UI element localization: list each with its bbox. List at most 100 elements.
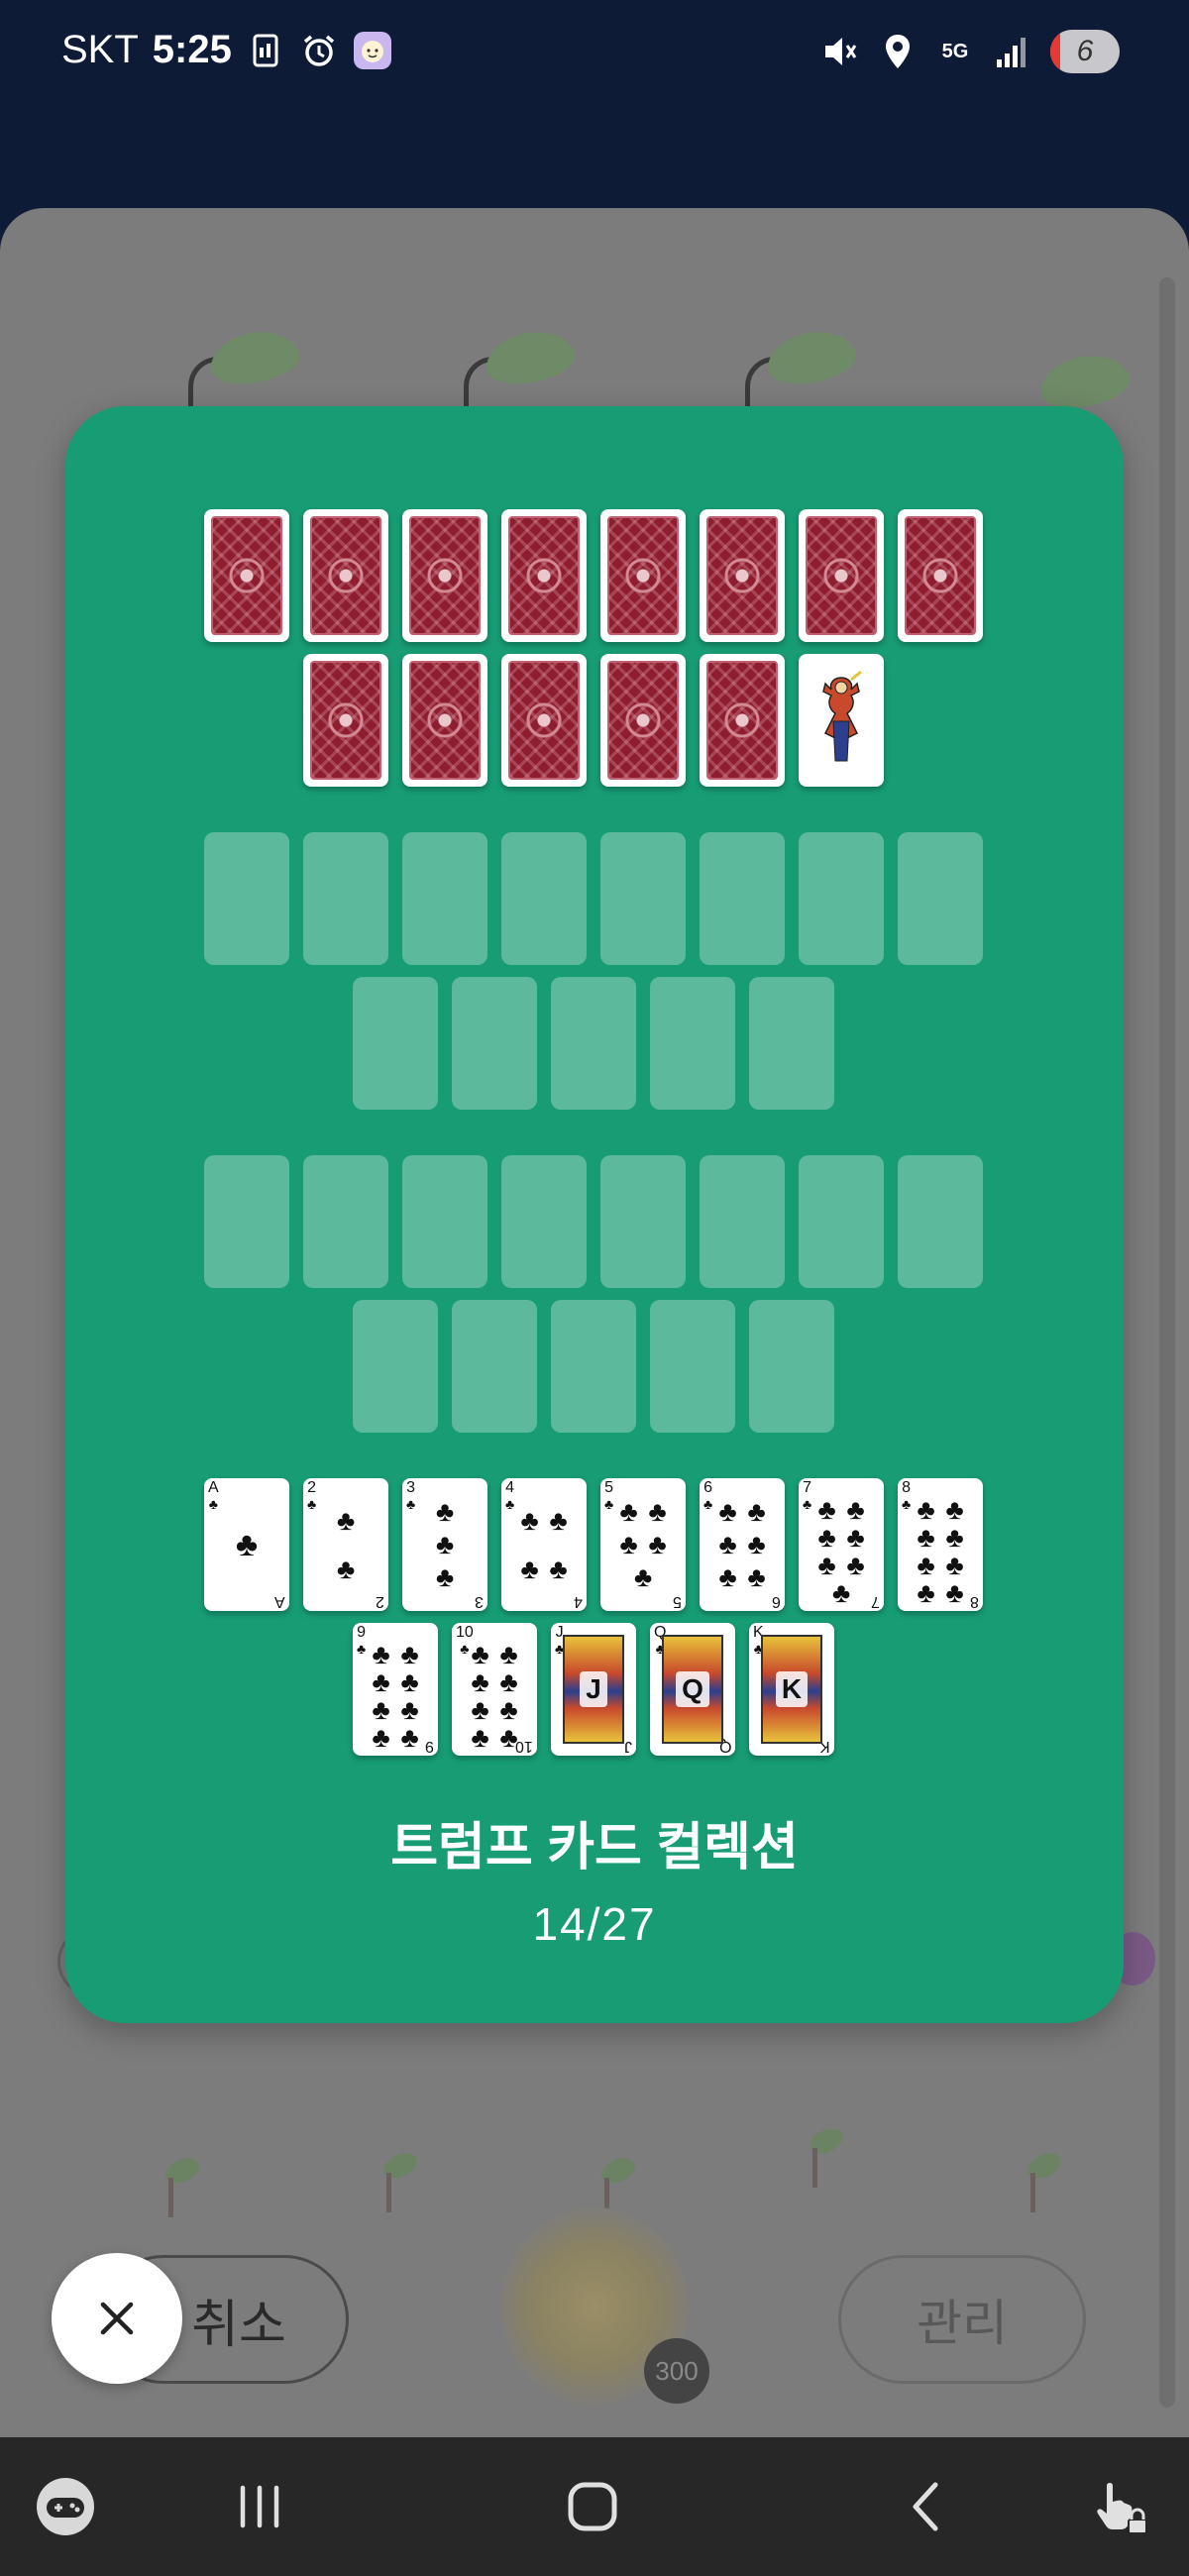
card-pips: ♣ ♣ — [336, 1504, 356, 1584]
card-back — [700, 509, 785, 642]
card-pips: ♣ ♣ ♣ ♣ ♣ ♣ ♣ ♣ — [917, 1494, 964, 1608]
empty-card-slot — [353, 977, 438, 1110]
empty-card-slot — [600, 832, 686, 965]
card-back — [898, 509, 983, 642]
close-button[interactable] — [52, 2253, 182, 2384]
card-rank-inverted: 8 — [970, 1593, 979, 1610]
back-button[interactable] — [886, 2467, 965, 2546]
joker-icon — [809, 662, 874, 779]
card-pips: ♣ ♣ ♣ ♣ ♣ ♣ — [718, 1496, 766, 1592]
clubs-card-5: 5 ♣ 5 ♣ ♣ ♣ ♣ ♣ — [600, 1478, 686, 1611]
empty-card-slot — [898, 832, 983, 965]
card-pips: ♣ ♣ ♣ — [435, 1496, 455, 1592]
empty-card-slot — [551, 977, 636, 1110]
touch-lock-icon — [1097, 2483, 1147, 2534]
card-rank: 9 ♣ — [357, 1624, 367, 1658]
card-back-pattern — [409, 516, 481, 635]
small-plant-icon — [159, 2153, 203, 2219]
background-scrollbar — [1159, 277, 1175, 2408]
recent-apps-button[interactable] — [220, 2467, 299, 2546]
card-rank-inverted: 7 — [871, 1593, 880, 1610]
card-back — [303, 654, 388, 787]
small-plant-icon — [1021, 2148, 1065, 2214]
empty-card-slot — [402, 1155, 487, 1288]
card-rank-inverted: 4 — [574, 1593, 583, 1610]
home-button[interactable] — [553, 2467, 632, 2546]
card-pips: ♣ — [235, 1526, 259, 1563]
modal-title: 트럼프 카드 컬렉션 — [390, 1819, 799, 1877]
clubs-card-k: K ♣ K K — [749, 1623, 834, 1756]
card-back-pattern — [905, 516, 976, 635]
card-back-pattern — [806, 516, 877, 635]
clubs-card-3: 3 ♣ 3 ♣ ♣ ♣ — [402, 1478, 487, 1611]
empty-card-slot — [551, 1300, 636, 1433]
card-back-pattern — [607, 516, 679, 635]
clubs-card-j: J ♣ J J — [551, 1623, 636, 1756]
card-back — [402, 509, 487, 642]
carrier-label: SKT — [61, 28, 139, 71]
card-back — [402, 654, 487, 787]
card-rank: 5 ♣ — [604, 1479, 614, 1513]
game-controller-icon — [37, 2478, 94, 2535]
clubs-card-q: Q ♣ Q Q — [650, 1623, 735, 1756]
touch-lock-button[interactable] — [1080, 2467, 1159, 2546]
navigation-bar — [0, 2437, 1189, 2576]
empty-card-slot — [501, 832, 587, 965]
empty-card-slot — [650, 1300, 735, 1433]
empty-card-slot — [204, 832, 289, 965]
card-back-pattern — [508, 516, 580, 635]
card-back — [501, 509, 587, 642]
card-rank: 6 ♣ — [703, 1479, 713, 1513]
empty-card-slot — [799, 832, 884, 965]
card-rank-inverted: 6 — [772, 1593, 781, 1610]
card-back — [501, 654, 587, 787]
card-rank: 4 ♣ — [505, 1479, 515, 1513]
clubs-card-4: 4 ♣ 4 ♣ ♣ ♣ ♣ — [501, 1478, 587, 1611]
card-pips: ♣♣♣♣♣♣♣♣♣ — [372, 1639, 419, 1757]
empty-card-slot — [452, 1300, 537, 1433]
card-rank-inverted: 9 — [425, 1738, 434, 1755]
battery-level: 6 — [1076, 35, 1094, 67]
empty-card-slot — [452, 977, 537, 1110]
manage-button[interactable]: 관리 — [838, 2255, 1086, 2384]
battery-icon: 6 — [1050, 30, 1120, 73]
card-pips: ♣ ♣ ♣ ♣ ♣ ♣ ♣ — [817, 1494, 865, 1608]
clubs-card-a: A ♣ A ♣ — [204, 1478, 289, 1611]
card-pips: ♣♣♣♣♣♣♣♣♣♣ — [471, 1639, 518, 1757]
card-rank: 7 ♣ — [803, 1479, 812, 1513]
empty-card-slot — [749, 1300, 834, 1433]
clubs-card-2: 2 ♣ 2 ♣ ♣ — [303, 1478, 388, 1611]
points-badge: 300 — [644, 2338, 709, 2404]
court-figure: J — [563, 1635, 624, 1744]
empty-card-slot — [303, 832, 388, 965]
close-icon — [100, 2302, 134, 2335]
card-back — [600, 509, 686, 642]
card-back — [204, 509, 289, 642]
joker-card — [799, 654, 884, 787]
recent-apps-icon — [240, 2485, 279, 2528]
empty-card-slot — [501, 1155, 587, 1288]
card-back — [600, 654, 686, 787]
empty-card-slot — [898, 1155, 983, 1288]
card-back-pattern — [409, 661, 481, 780]
empty-card-slot — [204, 1155, 289, 1288]
small-plant-icon — [377, 2148, 421, 2214]
card-rank: 8 ♣ — [902, 1479, 912, 1513]
empty-card-slot — [700, 1155, 785, 1288]
card-back — [700, 654, 785, 787]
card-back-pattern — [607, 661, 679, 780]
card-collection-modal: A ♣ A ♣ 2 ♣ 2 ♣ ♣ 3 ♣ 3 ♣ ♣ ♣ 4 ♣ 4 ♣ ♣ ♣ ♣ 5 ♣ 5 ♣ ♣ ♣ ♣ ♣ 6 ♣ 6 ♣ ♣ ♣ ♣ ♣ ♣ 7… — [65, 406, 1124, 2023]
sim-card-icon — [246, 31, 285, 70]
empty-card-slot — [353, 1300, 438, 1433]
court-figure: K — [761, 1635, 822, 1744]
signal-icon — [993, 32, 1032, 71]
empty-card-slot — [749, 977, 834, 1110]
small-plant-icon — [803, 2123, 847, 2190]
status-bar: SKT 5:25 5G 6 — [0, 0, 1189, 111]
empty-card-slot — [700, 832, 785, 965]
clubs-card-10: 10♣10♣♣♣♣♣♣♣♣♣♣ — [452, 1623, 537, 1756]
network-5g-icon: 5G — [941, 41, 969, 62]
location-icon — [878, 32, 918, 71]
game-controller-button[interactable] — [26, 2467, 105, 2546]
card-rank-inverted: 2 — [376, 1593, 384, 1610]
